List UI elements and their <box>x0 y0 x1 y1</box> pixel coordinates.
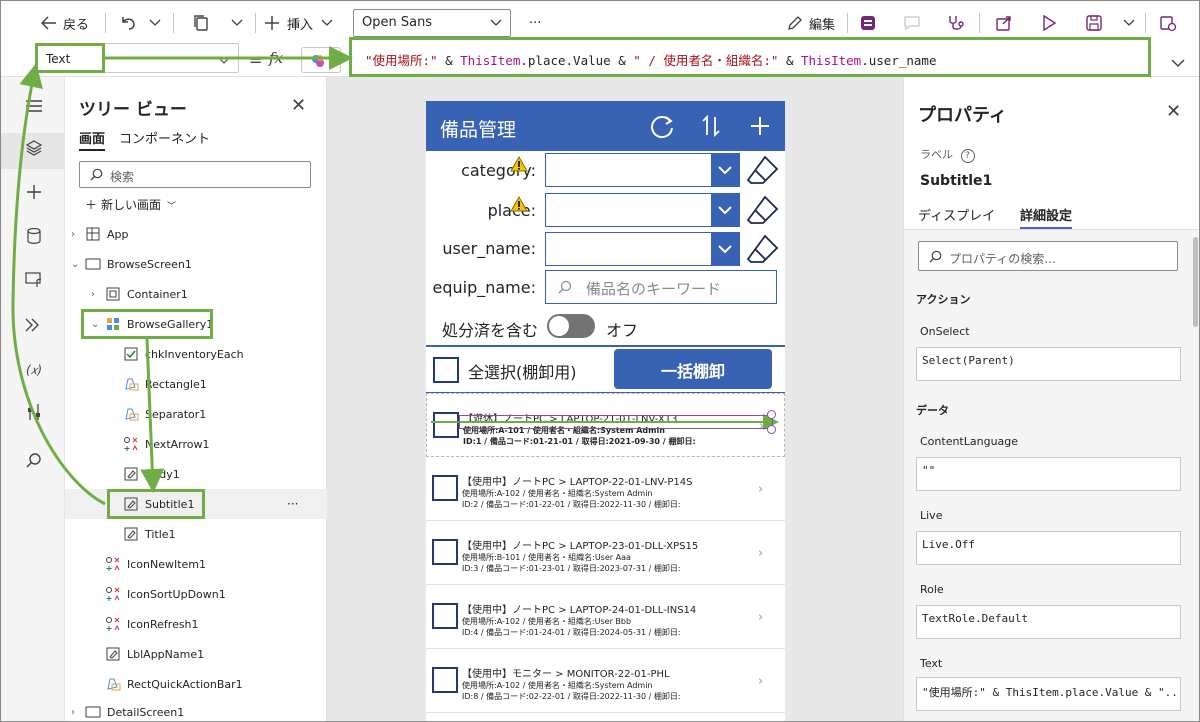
annotation-arrows <box>11 46 779 506</box>
power-apps-studio: 戻る 挿入 Open Sans ··· 編集 Text = fx "使用場所:"… <box>0 0 1200 722</box>
resize-handle[interactable] <box>767 410 776 419</box>
resize-handle[interactable] <box>767 425 776 434</box>
selected-control-outline <box>459 415 773 429</box>
